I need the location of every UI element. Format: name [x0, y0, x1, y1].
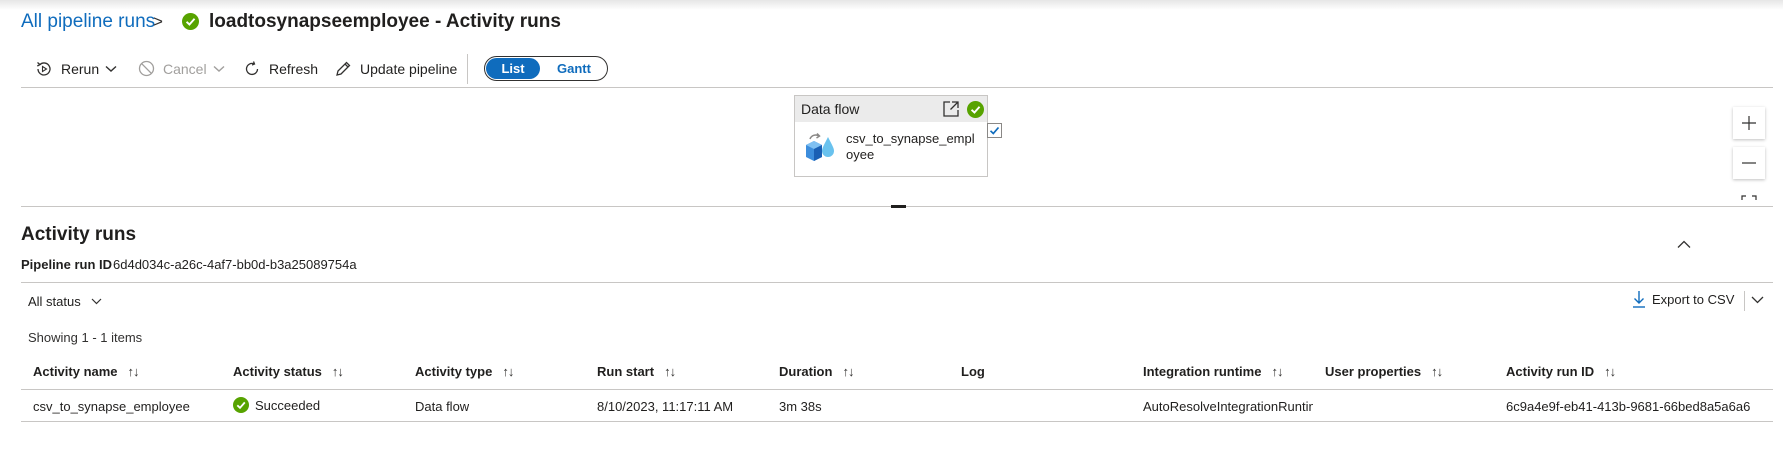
pipeline-run-id-value: 6d4d034c-a26c-4af7-bb0d-b3a25089754a — [113, 257, 357, 272]
duration-cell: 3m 38s — [779, 399, 822, 414]
rerun-icon — [37, 62, 51, 76]
sort-icon: ↑↓ — [664, 364, 676, 379]
rerun-label: Rerun — [61, 61, 100, 77]
node-name-label: csv_to_synapse_employee — [846, 131, 975, 162]
status-filter-dropdown[interactable]: All status — [28, 294, 102, 309]
column-header-log: Log — [961, 364, 985, 379]
panel-resize-handle[interactable] — [891, 205, 906, 208]
chevron-down-icon[interactable] — [1751, 296, 1764, 304]
chevron-down-icon — [91, 298, 102, 305]
column-header-duration[interactable]: Duration ↑↓ — [779, 364, 854, 379]
fit-to-screen-button[interactable] — [1733, 187, 1765, 206]
column-header-label: Integration runtime — [1143, 364, 1262, 379]
success-check-icon — [233, 397, 249, 413]
zoom-in-button[interactable] — [1733, 107, 1765, 139]
column-header-activity-run-id[interactable]: Activity run ID ↑↓ — [1506, 364, 1616, 379]
column-header-run-start[interactable]: Run start ↑↓ — [597, 364, 676, 379]
sort-icon: ↑↓ — [127, 364, 140, 379]
plus-icon — [1742, 116, 1756, 130]
breadcrumb-all-pipeline-runs[interactable]: All pipeline runs — [21, 11, 155, 33]
column-header-label: User properties — [1325, 364, 1422, 379]
column-header-label: Activity name — [33, 364, 118, 379]
fit-screen-icon — [1741, 195, 1757, 206]
status-filter-label: All status — [28, 294, 81, 309]
node-type-label: Data flow — [801, 101, 860, 117]
section-divider — [21, 282, 1773, 283]
refresh-button[interactable]: Refresh — [243, 60, 318, 78]
breadcrumb-separator: > — [153, 12, 163, 31]
run-start-cell: 8/10/2023, 11:17:11 AM — [597, 399, 734, 414]
data-flow-icon — [806, 132, 834, 161]
column-header-label: Run start — [597, 364, 655, 379]
toolbar-divider — [467, 54, 468, 84]
pipeline-run-id-label: Pipeline run ID — [21, 257, 113, 272]
toolbar-divider-line — [21, 87, 1773, 88]
sort-icon: ↑↓ — [1431, 364, 1443, 379]
cancel-button[interactable]: Cancel — [138, 60, 233, 77]
success-check-icon — [182, 13, 199, 30]
list-view-option[interactable]: List — [486, 58, 540, 79]
column-header-label: Duration — [779, 364, 833, 379]
column-header-activity-status[interactable]: Activity status ↑↓ — [233, 364, 344, 379]
column-header-label: Activity type — [415, 364, 493, 379]
update-pipeline-label: Update pipeline — [360, 61, 458, 77]
success-check-icon — [967, 101, 984, 118]
gantt-view-option[interactable]: Gantt — [541, 57, 607, 80]
chevron-down-icon — [105, 65, 117, 72]
table-header-line — [21, 389, 1773, 390]
rerun-button[interactable]: Rerun — [35, 60, 125, 78]
column-header-user-properties[interactable]: User properties ↑↓ — [1325, 364, 1443, 379]
items-count-text: Showing 1 - 1 items — [28, 330, 143, 345]
activity-type-cell: Data flow — [415, 399, 470, 414]
sort-icon: ↑↓ — [502, 364, 514, 379]
refresh-label: Refresh — [269, 61, 319, 77]
column-header-activity-type[interactable]: Activity type ↑↓ — [415, 364, 514, 379]
download-icon — [1633, 291, 1645, 308]
chevron-down-icon — [213, 65, 225, 72]
zoom-out-button[interactable] — [1733, 147, 1765, 179]
sort-icon: ↑↓ — [842, 364, 854, 379]
cancel-icon — [138, 60, 155, 77]
check-icon — [989, 126, 1000, 135]
activity-name-cell[interactable]: csv_to_synapse_employee — [33, 399, 223, 414]
cancel-label: Cancel — [163, 60, 207, 77]
pencil-icon — [336, 61, 351, 76]
export-to-csv-button[interactable]: Export to CSV — [1632, 290, 1734, 308]
export-label: Export to CSV — [1652, 291, 1735, 307]
integration-runtime-cell: AutoResolveIntegrationRuntime — [1143, 399, 1313, 414]
view-toggle[interactable]: List Gantt — [484, 56, 608, 81]
column-header-label: Log — [961, 364, 985, 379]
column-header-activity-name[interactable]: Activity name ↑↓ — [33, 364, 140, 379]
column-header-label: Activity status — [233, 364, 322, 379]
refresh-icon — [245, 61, 259, 76]
chevron-up-icon[interactable] — [1677, 240, 1691, 249]
node-output-checkbox[interactable] — [987, 123, 1002, 138]
page-title: loadtosynapseemployee - Activity runs — [209, 11, 561, 32]
sort-icon: ↑↓ — [331, 364, 344, 379]
sort-icon: ↑↓ — [1604, 364, 1616, 379]
export-divider — [1744, 291, 1745, 311]
activity-node[interactable]: Data flow csv_to_synapse_employee — [794, 95, 988, 177]
activity-status-text: Succeeded — [255, 397, 321, 413]
minus-icon — [1742, 162, 1756, 164]
column-header-integration-runtime[interactable]: Integration runtime ↑↓ — [1143, 364, 1283, 379]
column-header-label: Activity run ID — [1506, 364, 1595, 379]
activity-status-cell: Succeeded — [233, 397, 320, 413]
open-external-icon[interactable] — [942, 100, 960, 118]
sort-icon: ↑↓ — [1271, 364, 1283, 379]
update-pipeline-button[interactable]: Update pipeline — [334, 60, 457, 78]
activity-runs-title: Activity runs — [21, 224, 137, 245]
table-bottom-line — [21, 421, 1773, 422]
activity-run-id-cell: 6c9a4e9f-eb41-413b-9681-66bed8a5a6a6 — [1506, 399, 1751, 414]
